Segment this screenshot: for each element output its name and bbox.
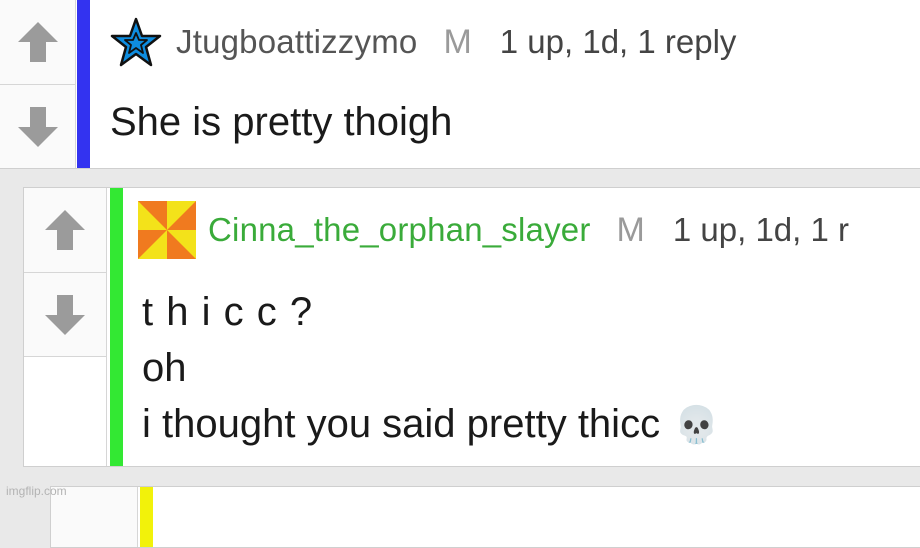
depth-bar	[110, 188, 123, 466]
gender-label: M	[443, 22, 472, 61]
arrow-up-icon	[45, 210, 85, 250]
comment-line-2: oh	[142, 346, 187, 390]
comment-2-reply: Cinna_the_orphan_slayer M 1 up, 1d, 1 r …	[23, 187, 920, 467]
arrow-down-icon	[45, 295, 85, 335]
downvote-button[interactable]	[24, 272, 106, 357]
watermark: imgflip.com	[6, 484, 67, 498]
upvote-button[interactable]	[24, 188, 106, 272]
comment-meta: 1 up, 1d, 1 r	[672, 211, 849, 248]
skull-emoji: 💀	[674, 405, 719, 446]
gender-label: M	[616, 210, 645, 249]
comment-3-partial	[50, 486, 920, 548]
vote-column-spacer	[24, 356, 106, 466]
downvote-button[interactable]	[0, 84, 75, 168]
upvote-button[interactable]	[0, 0, 75, 84]
comment-header: Jtugboattizzymo M 1 up, 1d, 1 reply	[110, 14, 736, 70]
depth-bar	[140, 487, 153, 547]
username[interactable]: Cinna_the_orphan_slayer	[208, 211, 591, 249]
comment-1: Jtugboattizzymo M 1 up, 1d, 1 reply She …	[0, 0, 920, 169]
comment-meta: 1 up, 1d, 1 reply	[499, 23, 737, 60]
pinwheel-avatar-icon[interactable]	[138, 201, 196, 259]
comment-line-1: t h i c c ?	[142, 290, 314, 334]
vote-column	[0, 0, 76, 168]
blue-star-icon[interactable]	[110, 16, 162, 68]
comment-line-3-text: i thought you said pretty thicc	[142, 402, 661, 446]
vote-column	[24, 188, 107, 466]
comment-text: She is pretty thoigh	[110, 100, 453, 144]
arrow-up-icon	[17, 22, 58, 62]
comment-line-3: i thought you said pretty thicc 💀	[142, 400, 719, 450]
username[interactable]: Jtugboattizzymo	[176, 23, 417, 61]
arrow-down-icon	[17, 107, 58, 147]
depth-bar	[77, 0, 90, 168]
comment-header: Cinna_the_orphan_slayer M 1 up, 1d, 1 r	[138, 201, 849, 259]
